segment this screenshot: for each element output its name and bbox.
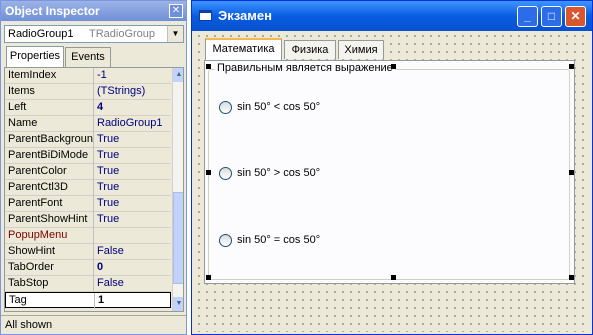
property-row[interactable]: ParentShowHint True [5,212,171,228]
tab-chemistry[interactable]: Химия [338,40,384,59]
property-name: PopupMenu [8,229,68,241]
property-name: ParentCtl3D [8,181,68,193]
object-inspector: Object Inspector ✕ RadioGroup1 TRadioGro… [0,0,187,335]
property-value[interactable]: 0 [97,261,103,273]
tab-events[interactable]: Events [65,47,111,67]
selection-handle[interactable] [206,64,211,69]
property-row[interactable]: ShowHint False [5,244,171,260]
property-scrollbar[interactable]: ▲ ▼ [172,68,183,311]
property-row[interactable]: TabOrder 0 [5,260,171,276]
minimize-button[interactable]: _ [517,6,538,27]
property-row[interactable]: ParentBiDiMode True [5,148,171,164]
property-row[interactable]: ItemIndex -1 [5,68,171,84]
property-value[interactable]: (TStrings) [97,85,145,97]
radio-button-icon[interactable] [219,101,232,114]
property-value[interactable]: True [97,213,119,225]
property-name: Tag [9,294,27,306]
property-row[interactable]: Items (TStrings) [5,84,171,100]
radio-option-label: sin 50° < cos 50° [237,101,321,113]
radio-button-icon[interactable] [219,234,232,247]
property-row[interactable]: Left 4 [5,100,171,116]
property-name: Name [8,117,38,129]
property-value[interactable]: True [97,181,119,193]
property-row[interactable]: ParentBackground True [5,132,171,148]
property-value[interactable]: True [97,197,119,209]
property-name: Items [8,85,35,97]
form-window: Экзамен _ □ ✕ Математика Физика Химия Пр… [191,0,593,335]
selection-handle[interactable] [391,64,396,69]
close-button[interactable]: ✕ [565,6,586,27]
property-grid: ItemIndex -1 Items (TStrings) Left 4 Name Ra… [4,67,184,312]
chevron-down-icon[interactable]: ▼ [167,26,183,42]
property-row-selected[interactable]: Tag 1 [5,292,171,309]
tab-mathematics[interactable]: Математика [205,38,282,60]
property-value[interactable]: 4 [97,101,103,113]
radio-option-label: sin 50° = cos 50° [237,234,321,246]
property-name: Left [8,101,27,113]
selection-handle[interactable] [569,275,574,280]
selection-handle[interactable] [206,170,211,175]
property-name: ShowHint [8,245,56,257]
tab-physics[interactable]: Физика [284,40,336,59]
inspector-title: Object Inspector [1,1,186,21]
property-row[interactable]: Name RadioGroup1 [5,116,171,132]
selection-handle[interactable] [206,275,211,280]
component-name: RadioGroup1 [8,28,74,40]
property-row[interactable]: TabStop False [5,276,171,292]
property-row[interactable]: ParentColor True [5,164,171,180]
inspector-status: All shown [1,315,186,334]
property-value-editor[interactable]: 1 [98,294,104,306]
scroll-up-icon[interactable]: ▲ [173,68,183,82]
property-value[interactable]: False [97,277,124,289]
property-value[interactable]: True [97,149,119,161]
property-value[interactable]: False [97,245,124,257]
property-name: ParentShowHint [8,213,88,225]
maximize-button[interactable]: □ [541,6,562,27]
property-value[interactable]: -1 [97,69,107,81]
selection-handle[interactable] [391,275,396,280]
property-row[interactable]: ParentCtl3D True [5,180,171,196]
radio-button-icon[interactable] [219,167,232,180]
property-value[interactable]: RadioGroup1 [97,117,162,129]
property-name: TabOrder [8,261,54,273]
inspector-close-icon[interactable]: ✕ [169,4,183,18]
property-name: TabStop [8,277,49,289]
window-icon[interactable] [199,10,212,21]
tab-page: Правильным является выражение sin 50° < … [204,60,575,284]
property-value[interactable]: True [97,165,119,177]
scroll-down-icon[interactable]: ▼ [173,297,183,311]
radio-option-label: sin 50° > cos 50° [237,167,321,179]
property-row[interactable]: PopupMenu [5,228,171,244]
form-design-surface: Математика Физика Химия Правильным являе… [195,32,589,332]
property-name: ItemIndex [8,69,57,81]
scroll-thumb[interactable] [173,192,183,284]
property-row[interactable]: ParentFont True [5,196,171,212]
property-value[interactable]: True [97,133,119,145]
property-name: ParentBackground [8,133,94,145]
property-name: ParentFont [8,197,63,209]
selection-handle[interactable] [569,64,574,69]
radio-group-caption: Правильным является выражение [215,62,395,74]
radio-group[interactable]: Правильным является выражение sin 50° < … [208,62,570,280]
selection-handle[interactable] [569,170,574,175]
property-name: ParentColor [8,165,67,177]
tab-properties[interactable]: Properties [6,46,64,67]
component-selector[interactable]: RadioGroup1 TRadioGroup ▼ [4,25,184,43]
property-name: ParentBiDiMode [8,149,89,161]
component-type: TRadioGroup [89,28,156,40]
